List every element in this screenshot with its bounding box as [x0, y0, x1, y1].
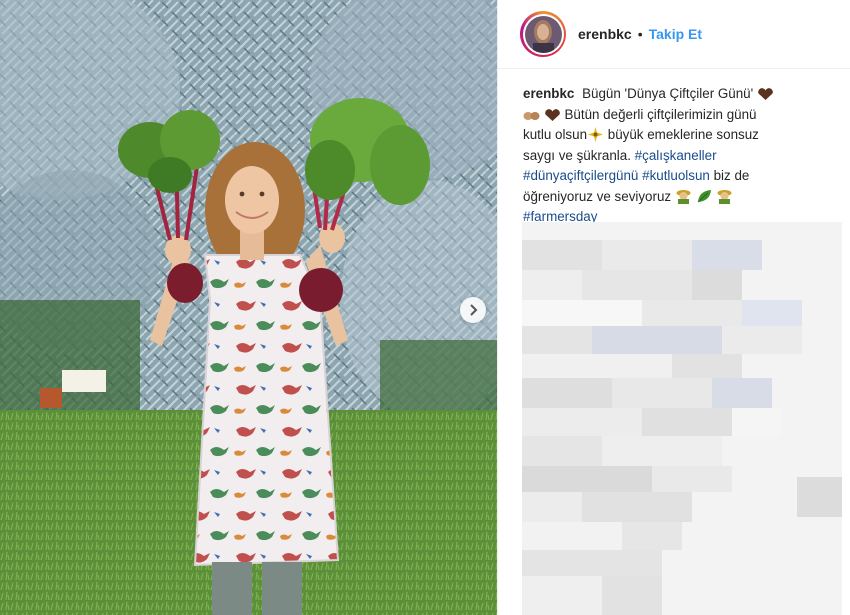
avatar[interactable] [520, 11, 566, 57]
caption-text-7: öğreniyoruz ve seviyoruz [523, 188, 672, 204]
post-side-panel: erenbkc • Takip Et erenbkc Bügün 'Dünya … [497, 0, 850, 615]
sparkle-emoji [588, 127, 604, 142]
hashtag-link-3[interactable]: #kutluolsun [642, 168, 710, 183]
post-header: erenbkc • Takip Et [498, 0, 850, 69]
caption-text-3b: büyük emeklerine sonsuz [607, 127, 759, 142]
header-username[interactable]: erenbkc [578, 26, 632, 42]
brown-heart-emoji [758, 88, 773, 100]
blurred-comments [522, 222, 842, 615]
caption-username[interactable]: erenbkc [523, 86, 574, 101]
hashtag-link-1[interactable]: #çalışkaneller [635, 148, 717, 163]
brown-heart-emoji [544, 108, 560, 121]
caption-text-3a: kutlu olsun [523, 127, 588, 142]
next-photo-button[interactable] [460, 297, 486, 323]
farmer-emoji [676, 189, 691, 204]
caption-text-1: Bügün 'Dünya Çiftçiler Günü' [582, 86, 754, 101]
caption-text-6: biz de [713, 168, 750, 183]
separator-dot: • [637, 26, 643, 42]
farmer-emoji [717, 189, 732, 204]
chevron-right-icon [470, 304, 478, 316]
post-photo[interactable] [0, 0, 497, 615]
caption-text-2: Bütün değerli çiftçilerimizin günü [564, 106, 757, 122]
post-caption: erenbkc Bügün 'Dünya Çiftçiler Günü' Büt… [523, 84, 823, 228]
avatar-image [524, 15, 562, 53]
hashtag-link-2[interactable]: #dünyaçiftçilergünü [523, 168, 638, 183]
hands-emoji [523, 111, 540, 120]
photo-image [0, 0, 497, 615]
follow-button[interactable]: Takip Et [649, 26, 702, 42]
caption-text-4: saygı ve şükranla. [523, 147, 631, 163]
leaf-emoji [697, 189, 711, 202]
